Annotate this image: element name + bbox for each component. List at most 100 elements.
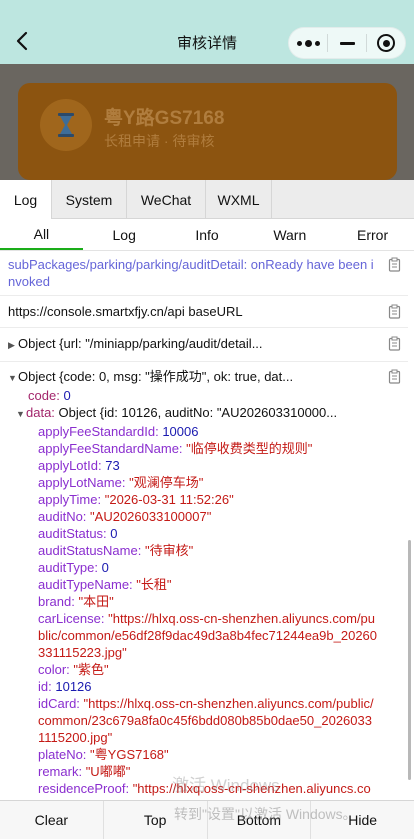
status-badge (40, 99, 92, 151)
field-key: applyTime: (38, 492, 102, 507)
field-key: auditNo: (38, 509, 87, 524)
vconsole-main-tabs: Log System WeChat WXML (0, 180, 414, 219)
field-key: applyLotId: (38, 458, 102, 473)
tree-row-data[interactable]: ▼data: Object {id: 10126, auditNo: "AU20… (16, 404, 378, 423)
field-value: 10006 (162, 424, 199, 439)
copy-icon[interactable] (388, 257, 401, 272)
field-value: 10126 (55, 679, 92, 694)
filter-error[interactable]: Error (331, 219, 414, 250)
top-button[interactable]: Top (104, 801, 208, 839)
field-key: carLicense: (38, 611, 105, 626)
field-key: brand: (38, 594, 75, 609)
tree-field: applyFeeStandardId: 10006 (38, 423, 378, 440)
tree-field: color: "紫色" (38, 661, 378, 678)
object-tree: code: 0 ▼data: Object {id: 10126, auditN… (8, 387, 378, 800)
filter-log[interactable]: Log (83, 219, 166, 250)
filter-all[interactable]: All (0, 219, 83, 250)
field-value: "临停收费类型的规则" (186, 441, 313, 456)
navigation-bar: 审核详情 (0, 0, 414, 64)
log-level-tabs: All Log Info Warn Error (0, 219, 414, 251)
close-target-icon (377, 34, 395, 52)
field-key: color: (38, 662, 70, 677)
field-key: applyFeeStandardId: (38, 424, 159, 439)
log-item: https://console.smartxfjy.cn/api baseURL (0, 296, 408, 328)
field-key: residenceProof: (38, 781, 130, 796)
tree-field: applyTime: "2026-03-31 11:52:26" (38, 491, 378, 508)
field-value: "U嘟嘟" (85, 764, 131, 779)
scrollbar[interactable] (408, 540, 411, 780)
tree-row-code: code: 0 (16, 387, 378, 404)
tree-field: auditType: 0 (38, 559, 378, 576)
tree-field: auditNo: "AU2026033100007" (38, 508, 378, 525)
field-value: "待审核" (144, 543, 194, 558)
plate-number: 粤Y路GS7168 (104, 108, 225, 129)
field-key: applyLotName: (38, 475, 126, 490)
field-value: "长租" (136, 577, 172, 592)
field-key: idCard: (38, 696, 80, 711)
tree-field: applyFeeStandardName: "临停收费类型的规则" (38, 440, 378, 457)
field-key: remark: (38, 764, 83, 779)
tree-field: residenceProof: "https://hlxq.oss-cn-she… (38, 780, 378, 800)
minimize-button[interactable] (328, 28, 366, 58)
filter-info[interactable]: Info (166, 219, 249, 250)
log-list[interactable]: subPackages/parking/parking/auditDetail:… (0, 251, 408, 800)
tab-wechat[interactable]: WeChat (127, 180, 206, 219)
field-key: auditType: (38, 560, 98, 575)
tree-field: idCard: "https://hlxq.oss-cn-shenzhen.al… (38, 695, 378, 746)
field-value: 0 (110, 526, 118, 541)
tree-value: Object {id: 10126, auditNo: "AU202603310… (58, 405, 338, 420)
tree-field: auditStatusName: "待审核" (38, 542, 378, 559)
clear-button[interactable]: Clear (0, 801, 104, 839)
log-item-object[interactable]: ▶ Object {url: "/miniapp/parking/audit/de… (0, 328, 408, 362)
field-key: auditStatus: (38, 526, 107, 541)
field-value: "粤YGS7168" (90, 747, 169, 762)
caret-down-icon[interactable]: ▼ (16, 406, 26, 423)
tree-field: brand: "本田" (38, 593, 378, 610)
copy-icon[interactable] (388, 336, 401, 351)
tree-field: plateNo: "粤YGS7168" (38, 746, 378, 763)
field-value: "AU2026033100007" (90, 509, 212, 524)
field-key: auditStatusName: (38, 543, 142, 558)
log-text: Object {url: "/miniapp/parking/audit/det… (18, 336, 263, 351)
application-status: 长租申请 · 待审核 (104, 133, 215, 149)
field-key: plateNo: (38, 747, 87, 762)
more-button[interactable] (289, 28, 327, 58)
caret-right-icon[interactable]: ▶ (8, 337, 18, 354)
tree-field: id: 10126 (38, 678, 378, 695)
field-key: id: (38, 679, 52, 694)
tree-field: carLicense: "https://hlxq.oss-cn-shenzhe… (38, 610, 378, 661)
vconsole-panel: Log System WeChat WXML All Log Info Warn… (0, 180, 414, 839)
field-value: "2026-03-31 11:52:26" (104, 492, 234, 507)
tree-key: data: (26, 405, 55, 420)
copy-icon[interactable] (388, 304, 401, 319)
more-dots-icon (296, 39, 320, 47)
log-item-object-expanded[interactable]: ▼Object {code: 0, msg: "操作成功", ok: true,… (0, 362, 408, 800)
field-value: "观澜停车场" (129, 475, 204, 490)
tab-system[interactable]: System (52, 180, 127, 219)
field-value: "本田" (78, 594, 114, 609)
log-text: subPackages/parking/parking/auditDetail:… (8, 257, 374, 289)
log-text: Object {code: 0, msg: "操作成功", ok: true, … (18, 369, 294, 384)
minimize-icon (339, 41, 355, 45)
field-key: auditTypeName: (38, 577, 133, 592)
field-value: 0 (101, 560, 109, 575)
field-value: "https://hlxq.oss-cn-shenzhen.aliyuncs.c… (38, 696, 374, 745)
caret-down-icon[interactable]: ▼ (8, 370, 18, 387)
tab-log[interactable]: Log (0, 180, 52, 219)
tree-value: 0 (63, 388, 71, 403)
filter-warn[interactable]: Warn (248, 219, 331, 250)
log-text: https://console.smartxfjy.cn/api baseURL (8, 304, 243, 319)
hide-button[interactable]: Hide (311, 801, 414, 839)
tree-field: auditStatus: 0 (38, 525, 378, 542)
hourglass-icon (58, 113, 74, 137)
tree-field: auditTypeName: "长租" (38, 576, 378, 593)
tree-field: remark: "U嘟嘟" (38, 763, 378, 780)
bottom-button[interactable]: Bottom (208, 801, 312, 839)
close-button[interactable] (367, 28, 405, 58)
field-key: applyFeeStandardName: (38, 441, 183, 456)
tree-key: code: (28, 388, 60, 403)
field-value: "紫色" (73, 662, 109, 677)
tab-wxml[interactable]: WXML (206, 180, 272, 219)
copy-icon[interactable] (388, 369, 401, 384)
vconsole-toolbar: Clear Top Bottom Hide (0, 800, 414, 839)
